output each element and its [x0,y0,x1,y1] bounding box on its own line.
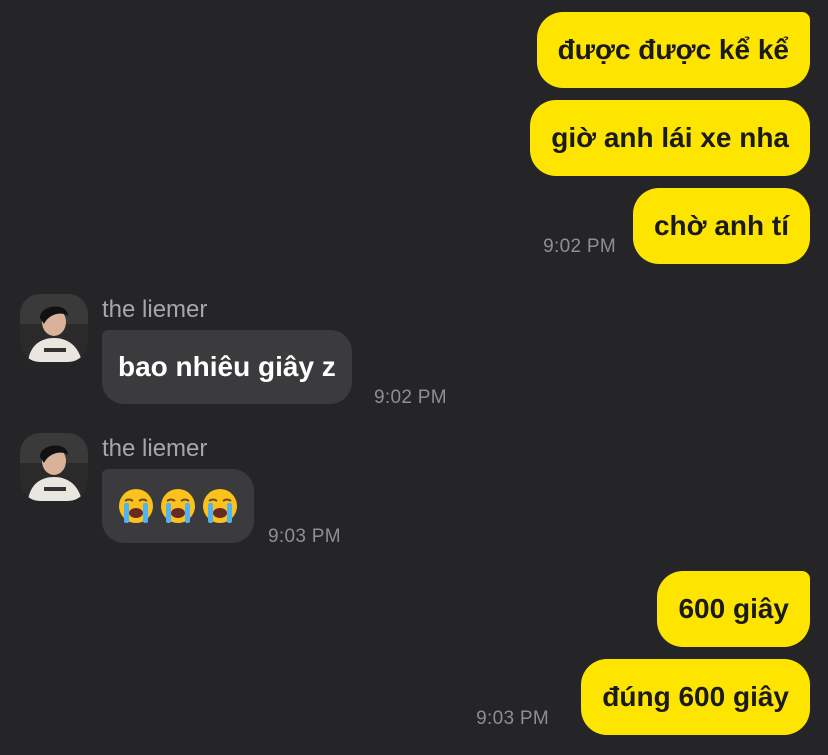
outgoing-message[interactable]: được được kể kể [536,12,810,88]
chat-thread: được được kể kể giờ anh lái xe nha chờ a… [0,0,828,755]
outgoing-message[interactable]: giờ anh lái xe nha [530,100,810,176]
message-timestamp: 9:02 PM [374,387,447,408]
message-timestamp: 9:03 PM [268,526,341,547]
outgoing-message[interactable]: đúng 600 giây [581,659,810,735]
profile-photo [20,433,88,501]
sender-name: the liemer [102,296,208,323]
incoming-message[interactable]: bao nhiêu giây z [102,330,352,404]
incoming-message[interactable] [102,469,254,543]
avatar[interactable] [20,433,88,501]
avatar[interactable] [20,294,88,362]
message-timestamp: 9:03 PM [476,708,549,729]
message-timestamp: 9:02 PM [543,236,616,257]
outgoing-message[interactable]: 600 giây [657,571,810,647]
loudly-crying-face-icon [161,489,195,523]
profile-photo [20,294,88,362]
loudly-crying-face-icon [119,489,153,523]
outgoing-message[interactable]: chờ anh tí [632,188,810,264]
loudly-crying-face-icon [203,489,237,523]
sender-name: the liemer [102,435,208,462]
